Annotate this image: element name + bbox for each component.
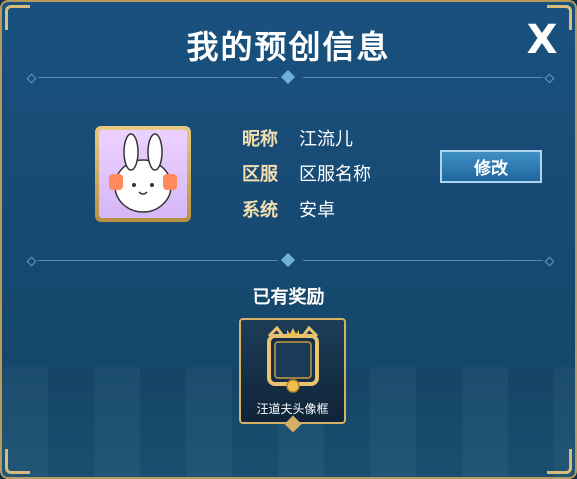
system-label: 系统: [242, 200, 278, 221]
bunny-avatar-icon: [99, 130, 187, 218]
avatar: [95, 126, 191, 222]
cat-avatar-frame-icon: [263, 325, 323, 394]
edit-button[interactable]: 修改: [440, 150, 542, 183]
rewards-title: 已有奖励: [252, 287, 325, 308]
divider-middle: [26, 252, 555, 268]
profile-dialog: 我的预创信息 X 昵称 江流儿 区服 区服名称 系统 安卓 修改 已有奖励 汪道…: [0, 0, 577, 479]
system-value: 安卓: [299, 200, 335, 221]
reward-item[interactable]: 汪道夫头像框: [239, 318, 346, 424]
server-value: 区服名称: [299, 164, 371, 185]
divider-top: [26, 69, 555, 85]
dialog-title: 我的预创信息: [186, 28, 391, 66]
corner-ornament: [547, 449, 572, 474]
reward-name: 汪道夫头像框: [256, 402, 329, 416]
nickname-label: 昵称: [242, 129, 278, 150]
server-label: 区服: [242, 164, 278, 185]
nickname-value: 江流儿: [299, 129, 353, 150]
close-button[interactable]: X: [522, 20, 562, 60]
corner-ornament: [5, 449, 30, 474]
